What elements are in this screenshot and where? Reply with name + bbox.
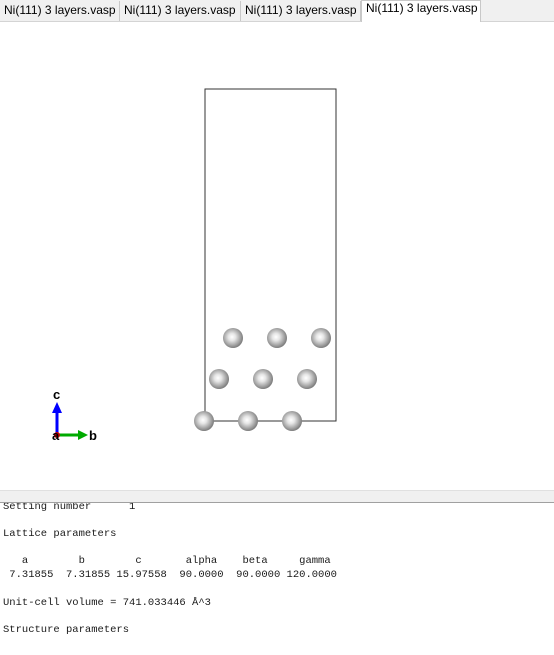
- ni-atom[interactable]: [253, 369, 273, 389]
- tab-file-2[interactable]: Ni(111) 3 layers.vasp: [120, 1, 241, 21]
- ni-atom[interactable]: [297, 369, 317, 389]
- ni-atom[interactable]: [267, 328, 287, 348]
- structure-viewport[interactable]: c a b: [0, 22, 554, 490]
- ni-atom[interactable]: [238, 411, 258, 431]
- structure-canvas: c a b: [52, 88, 337, 443]
- lattice-parameters-title: Lattice parameters: [3, 528, 117, 540]
- tab-file-4-active[interactable]: Ni(111) 3 layers.vasp: [361, 0, 481, 23]
- info-text-panel[interactable]: Setting number 1 Lattice parameters a b …: [0, 503, 554, 655]
- c-axis-arrowhead: [52, 402, 62, 413]
- a-axis-label: a: [52, 428, 60, 443]
- ni-atom[interactable]: [311, 328, 331, 348]
- axis-indicator: c a b: [52, 387, 97, 443]
- ni-atom[interactable]: [282, 411, 302, 431]
- ni-atom[interactable]: [194, 411, 214, 431]
- b-axis-label: b: [89, 428, 97, 443]
- panel-splitter[interactable]: [0, 490, 554, 503]
- setting-number-line: Setting number 1: [3, 503, 136, 513]
- atom-layer-top: [223, 328, 331, 348]
- lattice-values-row: 7.31855 7.31855 15.97558 90.0000 90.0000…: [3, 569, 337, 581]
- lattice-header-row: a b c alpha beta gamma: [3, 555, 331, 567]
- atom-layer-middle: [209, 369, 317, 389]
- b-axis-arrowhead: [78, 430, 88, 440]
- ni-atom[interactable]: [223, 328, 243, 348]
- unit-cell-volume-line: Unit-cell volume = 741.033446 Å^3: [3, 597, 211, 609]
- atom-layer-bottom: [194, 411, 302, 431]
- tab-file-1[interactable]: Ni(111) 3 layers.vasp: [0, 1, 120, 21]
- ni-atom[interactable]: [209, 369, 229, 389]
- tab-file-3[interactable]: Ni(111) 3 layers.vasp: [241, 1, 361, 21]
- c-axis-label: c: [53, 387, 60, 402]
- tab-bar: Ni(111) 3 layers.vasp Ni(111) 3 layers.v…: [0, 0, 554, 23]
- structure-parameters-title: Structure parameters: [3, 624, 130, 636]
